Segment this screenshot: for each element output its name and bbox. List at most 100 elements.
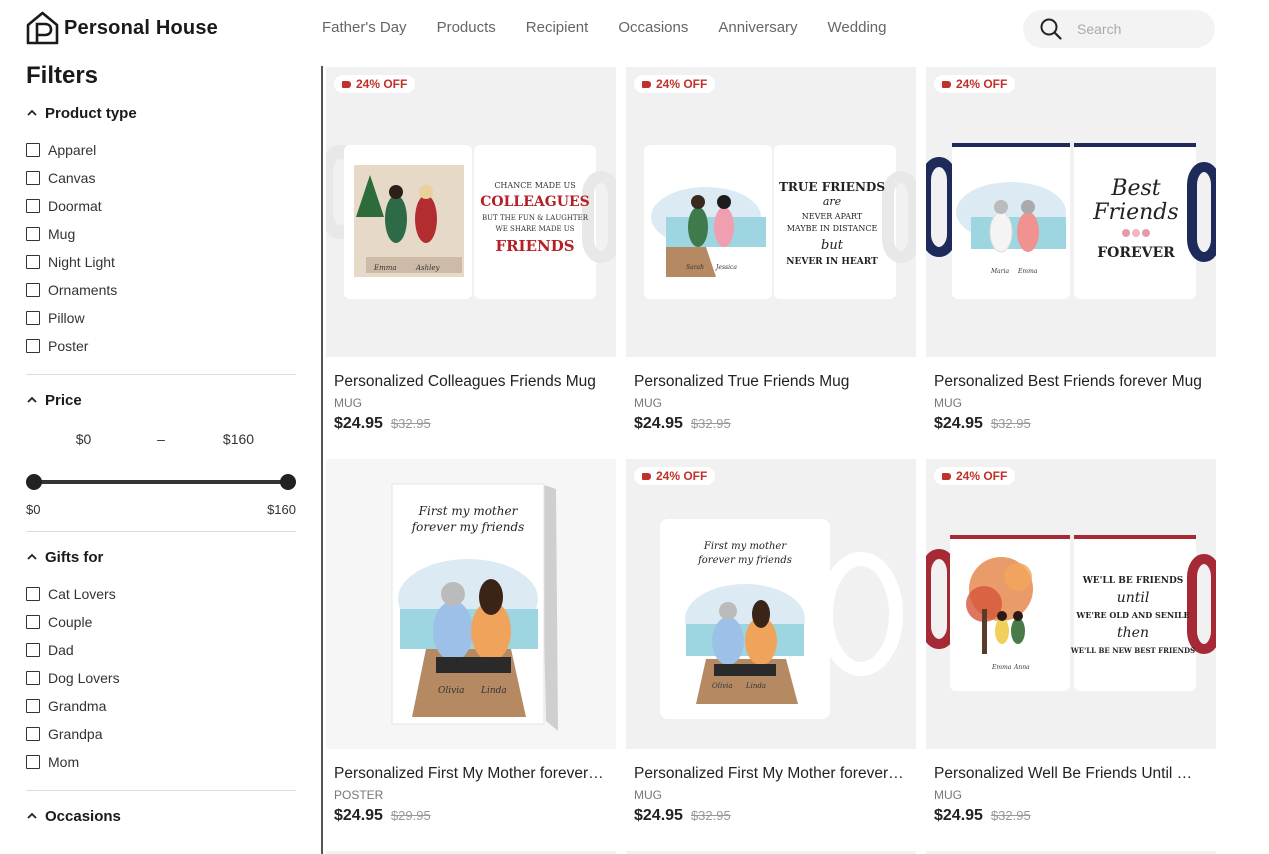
filter-ornaments[interactable]: Ornaments — [26, 276, 296, 304]
checkbox[interactable] — [26, 727, 40, 741]
nav-products[interactable]: Products — [437, 19, 496, 36]
filter-mug[interactable]: Mug — [26, 220, 296, 248]
checkbox[interactable] — [26, 311, 40, 325]
option-label: Couple — [48, 614, 93, 630]
discount-badge: 24% OFF — [934, 75, 1016, 93]
option-label: Canvas — [48, 170, 96, 186]
gifts-for-toggle[interactable]: Gifts for — [26, 546, 296, 568]
checkbox[interactable] — [26, 587, 40, 601]
checkbox[interactable] — [26, 199, 40, 213]
option-label: Doormat — [48, 198, 102, 214]
badge-text: 24% OFF — [956, 469, 1008, 483]
checkbox[interactable] — [26, 143, 40, 157]
occasions-toggle[interactable]: Occasions — [26, 805, 296, 827]
filter-couple[interactable]: Couple — [26, 608, 296, 636]
product-title[interactable]: Personalized First My Mother forever My … — [634, 765, 906, 783]
checkbox[interactable] — [26, 171, 40, 185]
filter-canvas[interactable]: Canvas — [26, 164, 296, 192]
product-card[interactable]: Maria Emma Best Friends FOREVER 24% OFF … — [926, 67, 1216, 433]
name-right: Emma — [1017, 268, 1038, 275]
filter-night-light[interactable]: Night Light — [26, 248, 296, 276]
mug-illustration: Maria Emma Best Friends FOREVER — [926, 67, 1216, 357]
filter-grandpa[interactable]: Grandpa — [26, 720, 296, 748]
nav-wedding[interactable]: Wedding — [828, 19, 887, 36]
nav-occasions[interactable]: Occasions — [618, 19, 688, 36]
product-card[interactable]: First my mother forever my friends Olivi… — [326, 459, 616, 825]
nav-fathers-day[interactable]: Father's Day — [322, 19, 407, 36]
nav-anniversary[interactable]: Anniversary — [718, 19, 797, 36]
filter-dog-lovers[interactable]: Dog Lovers — [26, 664, 296, 692]
price-max-input[interactable]: $160 — [181, 431, 296, 447]
name-right: Anna — [1013, 664, 1030, 671]
checkbox[interactable] — [26, 643, 40, 657]
mug-text-line: are — [823, 195, 842, 208]
filter-apparel[interactable]: Apparel — [26, 136, 296, 164]
discount-badge: 24% OFF — [634, 75, 716, 93]
product-card[interactable]: Emma Anna WE'LL BE FRIENDS until WE'RE O… — [926, 459, 1216, 825]
name-right: Linda — [745, 682, 766, 690]
filter-cat-lovers[interactable]: Cat Lovers — [26, 580, 296, 608]
product-image[interactable]: Maria Emma Best Friends FOREVER 24% OFF — [926, 67, 1216, 357]
divider — [26, 531, 296, 532]
filter-mom[interactable]: Mom — [26, 748, 296, 776]
mug-text-line: TRUE FRIENDS — [779, 180, 885, 194]
search-input[interactable] — [1077, 21, 1197, 37]
slider-min-handle[interactable] — [26, 474, 42, 490]
filter-dad[interactable]: Dad — [26, 636, 296, 664]
filter-doormat[interactable]: Doormat — [26, 192, 296, 220]
product-image[interactable]: Sarah Jessica TRUE FRIENDS are NEVER APA… — [626, 67, 916, 357]
mug-text-line: MAYBE IN DISTANCE — [787, 224, 878, 233]
price-range-slider[interactable] — [26, 473, 296, 491]
product-title[interactable]: Personalized Best Friends forever Mug — [934, 373, 1206, 391]
search-bar[interactable] — [1023, 10, 1215, 48]
checkbox[interactable] — [26, 699, 40, 713]
name-right: Linda — [480, 686, 507, 696]
nav-recipient[interactable]: Recipient — [526, 19, 589, 36]
mug-text-line: First my mother — [703, 541, 787, 552]
sale-price: $24.95 — [934, 807, 983, 824]
option-label: Cat Lovers — [48, 586, 116, 602]
product-type-toggle[interactable]: Product type — [26, 102, 296, 124]
header: Personal House Father's Day Products Rec… — [0, 0, 1269, 58]
product-title[interactable]: Personalized Well Be Friends Until We're… — [934, 765, 1206, 783]
price-min-input[interactable]: $0 — [26, 431, 141, 447]
product-title[interactable]: Personalized True Friends Mug — [634, 373, 906, 391]
poster-text-line: forever my friends — [411, 520, 525, 534]
chevron-up-icon — [27, 396, 37, 403]
product-image[interactable]: Emma Anna WE'LL BE FRIENDS until WE'RE O… — [926, 459, 1216, 749]
checkbox[interactable] — [26, 283, 40, 297]
brand-name: Personal House — [64, 16, 218, 39]
badge-text: 24% OFF — [956, 77, 1008, 91]
checkbox[interactable] — [26, 755, 40, 769]
filter-grandma[interactable]: Grandma — [26, 692, 296, 720]
gifts-for-options: Cat Lovers Couple Dad Dog Lovers Grandma… — [26, 580, 296, 776]
product-card[interactable]: Sarah Jessica TRUE FRIENDS are NEVER APA… — [626, 67, 916, 433]
product-image[interactable]: First my mother forever my friends Olivi… — [326, 459, 616, 749]
checkbox[interactable] — [26, 671, 40, 685]
divider — [26, 374, 296, 375]
filter-pillow[interactable]: Pillow — [26, 304, 296, 332]
product-card[interactable]: First my mother forever my friends Olivi… — [626, 459, 916, 825]
original-price: $32.95 — [990, 416, 1031, 431]
checkbox[interactable] — [26, 227, 40, 241]
product-title[interactable]: Personalized Colleagues Friends Mug — [334, 373, 606, 391]
brand-logo[interactable]: Personal House — [26, 11, 218, 45]
slider-max-handle[interactable] — [280, 474, 296, 490]
slider-labels: $0 $160 — [26, 502, 296, 517]
checkbox[interactable] — [26, 615, 40, 629]
main-nav: Father's Day Products Recipient Occasion… — [322, 19, 916, 36]
mug-text-line: NEVER IN HEART — [786, 257, 878, 267]
filter-poster[interactable]: Poster — [26, 332, 296, 360]
poster-text-line: First my mother — [418, 504, 519, 518]
product-title[interactable]: Personalized First My Mother forever My … — [334, 765, 606, 783]
search-icon[interactable] — [1039, 17, 1063, 41]
price-toggle[interactable]: Price — [26, 389, 296, 411]
product-image[interactable]: First my mother forever my friends Olivi… — [626, 459, 916, 749]
original-price: $32.95 — [990, 808, 1031, 823]
chevron-up-icon — [27, 553, 37, 560]
checkbox[interactable] — [26, 255, 40, 269]
product-card[interactable]: Emma Ashley CHANCE MADE US COLLEAGUES BU… — [326, 67, 616, 433]
product-prices: $24.95 $32.95 — [634, 415, 916, 433]
checkbox[interactable] — [26, 339, 40, 353]
product-image[interactable]: Emma Ashley CHANCE MADE US COLLEAGUES BU… — [326, 67, 616, 357]
